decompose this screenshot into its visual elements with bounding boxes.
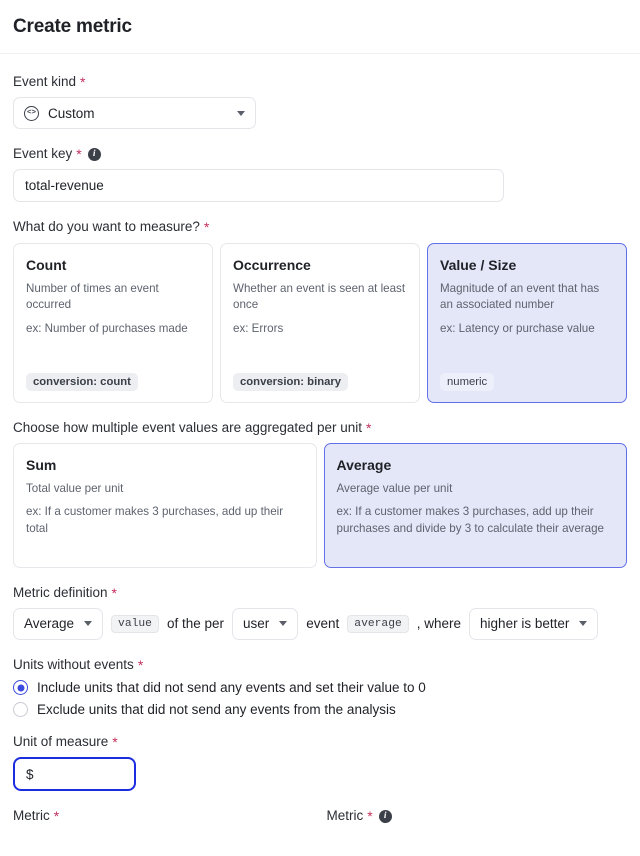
card-title: Average xyxy=(336,456,392,473)
definition-average-chip: average xyxy=(347,614,409,633)
event-kind-label-text: Event kind xyxy=(13,74,77,89)
bottom-left-field: Metric * xyxy=(13,808,314,824)
definition-aggregation-value: Average xyxy=(24,616,75,632)
radio-button-include[interactable] xyxy=(13,680,28,696)
definition-direction-select[interactable]: higher is better xyxy=(469,607,599,640)
field-metric-definition: Metric definition * Average value of the… xyxy=(13,585,627,640)
chevron-down-icon xyxy=(84,621,93,627)
unit-of-measure-label: Unit of measure * xyxy=(13,734,627,750)
card-title: Occurrence xyxy=(233,256,311,273)
card-title: Count xyxy=(26,256,67,273)
field-measure: What do you want to measure? * Count Num… xyxy=(13,219,627,403)
chevron-down-icon xyxy=(237,110,245,116)
card-chip-slot: conversion: binary xyxy=(233,359,407,391)
page-title: Create metric xyxy=(13,15,132,37)
radio-label-exclude: Exclude units that did not send any even… xyxy=(37,702,396,718)
definition-aggregation-select[interactable]: Average xyxy=(13,607,104,640)
field-event-kind: Event kind * <> Custom xyxy=(13,74,627,130)
card-example: ex: Number of purchases made xyxy=(26,322,188,336)
metric-definition-label-text: Metric definition xyxy=(13,584,108,600)
measure-label-text: What do you want to measure? xyxy=(13,219,200,235)
card-example: ex: If a customer makes 3 purchases, add… xyxy=(26,505,284,535)
card-description: Whether an event is seen at least once xyxy=(233,281,406,312)
card-description: Total value per unit xyxy=(26,481,124,495)
field-event-key: Event key * i xyxy=(13,146,627,203)
required-asterisk: * xyxy=(365,419,372,436)
card-description: Magnitude of an event that has an associ… xyxy=(440,281,600,312)
bottom-right-field: Metric * i xyxy=(327,808,628,824)
measure-label: What do you want to measure? * xyxy=(13,219,627,235)
card-chip: conversion: count xyxy=(26,372,138,391)
definition-text-of-the-per: of the per xyxy=(166,616,224,632)
units-without-events-label: Units without events * xyxy=(13,657,627,673)
definition-unit-value: user xyxy=(243,616,270,632)
aggregation-card-sum[interactable]: Sum Total value per unit ex: If a custom… xyxy=(13,442,317,568)
field-unit-of-measure: Unit of measure * xyxy=(13,734,627,792)
event-key-label: Event key * i xyxy=(13,146,627,162)
bottom-clipped-row: Metric * Metric * i xyxy=(13,808,627,824)
measure-card-row: Count Number of times an event occurred … xyxy=(13,242,627,403)
required-asterisk: * xyxy=(111,584,117,601)
aggregation-card-average[interactable]: Average Average value per unit ex: If a … xyxy=(323,442,627,568)
card-chip: numeric xyxy=(440,372,495,391)
definition-unit-select[interactable]: user xyxy=(232,607,299,640)
measure-card-value-size[interactable]: Value / Size Magnitude of an event that … xyxy=(427,242,627,403)
bottom-right-label: Metric * i xyxy=(327,808,628,824)
required-asterisk: * xyxy=(367,808,373,825)
bottom-right-label-text: Metric xyxy=(326,808,364,824)
card-description: Average value per unit xyxy=(336,481,453,495)
metric-definition-label: Metric definition * xyxy=(13,585,627,601)
event-kind-select[interactable]: <> Custom xyxy=(13,97,256,130)
unit-of-measure-input[interactable] xyxy=(13,757,136,792)
aggregation-label: Choose how multiple event values are agg… xyxy=(13,420,627,436)
field-aggregation: Choose how multiple event values are agg… xyxy=(13,420,627,568)
definition-value-chip: value xyxy=(111,614,159,633)
aggregation-label-text: Choose how multiple event values are agg… xyxy=(13,419,362,435)
metric-definition-row: Average value of the per user event aver… xyxy=(13,607,627,640)
page-header: Create metric xyxy=(0,0,640,54)
bottom-left-label: Metric * xyxy=(13,808,314,824)
chevron-down-icon xyxy=(279,621,288,627)
measure-card-count[interactable]: Count Number of times an event occurred … xyxy=(13,242,213,403)
field-units-without-events: Units without events * Include units tha… xyxy=(13,657,627,718)
required-asterisk: * xyxy=(112,734,118,751)
card-example: ex: If a customer makes 3 purchases, add… xyxy=(336,505,604,535)
radio-label-include: Include units that did not send any even… xyxy=(37,680,426,696)
card-chip: conversion: binary xyxy=(233,372,349,391)
required-asterisk: * xyxy=(76,146,82,163)
required-asterisk: * xyxy=(203,219,210,236)
card-chip-slot: conversion: count xyxy=(26,359,200,391)
required-asterisk: * xyxy=(137,657,144,674)
aggregation-card-row: Sum Total value per unit ex: If a custom… xyxy=(13,442,627,568)
event-key-label-text: Event key xyxy=(13,146,73,162)
definition-direction-value: higher is better xyxy=(480,616,570,632)
radio-button-exclude[interactable] xyxy=(13,702,28,718)
info-icon[interactable]: i xyxy=(87,147,101,161)
create-metric-form: Event kind * <> Custom Event key * i Wha… xyxy=(0,54,640,825)
event-kind-value: Custom xyxy=(48,105,95,121)
card-example: ex: Errors xyxy=(233,322,284,336)
card-description: Number of times an event occurred xyxy=(26,281,159,312)
unit-of-measure-label-text: Unit of measure xyxy=(13,734,109,750)
radio-include-units[interactable]: Include units that did not send any even… xyxy=(13,680,627,696)
radio-exclude-units[interactable]: Exclude units that did not send any even… xyxy=(13,702,627,718)
card-title: Value / Size xyxy=(440,256,517,273)
definition-text-where: , where xyxy=(416,616,462,632)
bottom-left-label-text: Metric xyxy=(13,808,50,824)
event-key-input[interactable] xyxy=(13,169,504,203)
required-asterisk: * xyxy=(53,808,60,825)
units-without-events-label-text: Units without events xyxy=(13,656,134,672)
code-circle-icon: <> xyxy=(24,105,39,121)
event-kind-label: Event kind * xyxy=(13,74,627,90)
chevron-down-icon xyxy=(579,621,588,627)
measure-card-occurrence[interactable]: Occurrence Whether an event is seen at l… xyxy=(220,242,420,403)
required-asterisk: * xyxy=(80,74,86,91)
card-chip-slot: numeric xyxy=(440,359,614,391)
info-icon[interactable]: i xyxy=(378,809,392,823)
card-example: ex: Latency or purchase value xyxy=(440,322,595,336)
definition-text-event: event xyxy=(306,616,340,632)
card-title: Sum xyxy=(26,456,57,473)
